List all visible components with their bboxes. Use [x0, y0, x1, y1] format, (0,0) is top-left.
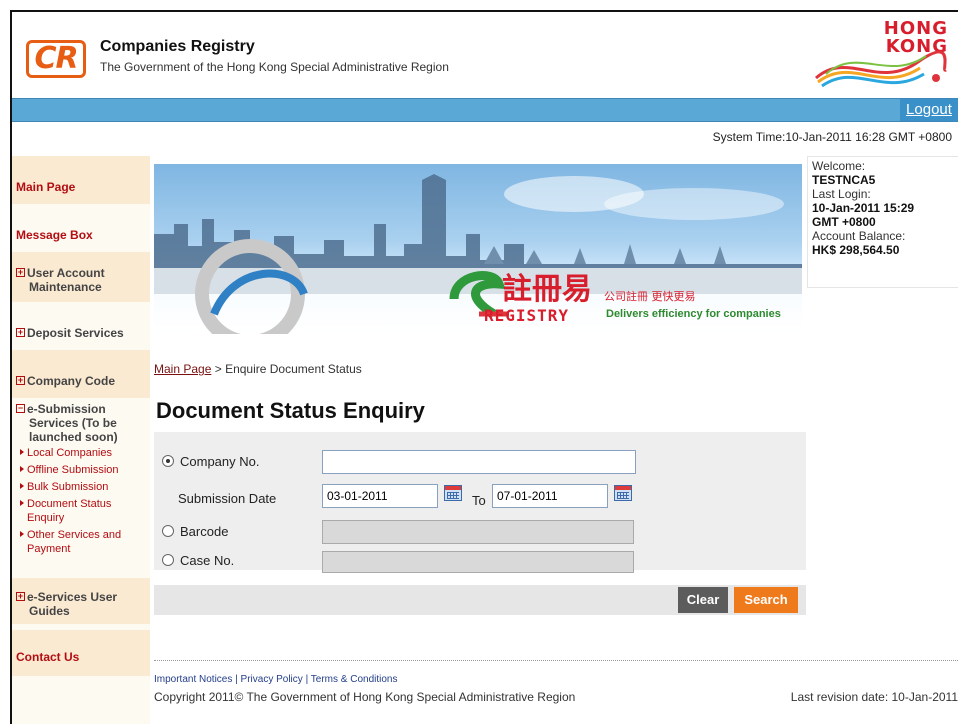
breadcrumb-current: Enquire Document Status: [225, 362, 362, 376]
submenu-item-bulk-submission[interactable]: Bulk Submission: [20, 480, 121, 494]
banner-chinese-title: 註冊易: [502, 272, 592, 307]
sidebar-item-user-account[interactable]: + User Account Maintenance: [12, 252, 150, 302]
date-from-input[interactable]: [322, 484, 438, 508]
system-time: System Time:10-Jan-2011 16:28 GMT +0800: [712, 130, 952, 144]
expand-plus-icon: +: [16, 375, 25, 385]
banner-tagline-english: Delivers efficiency for companies: [606, 308, 781, 320]
last-revision-date: Last revision date: 10-Jan-2011: [790, 690, 958, 704]
sidebar-item-message-box[interactable]: Message Box: [12, 204, 150, 252]
sidebar-item-label: Message Box: [16, 228, 93, 242]
calendar-icon[interactable]: [614, 485, 632, 501]
breadcrumb-home-link[interactable]: Main Page: [154, 362, 211, 376]
copyright-text: Copyright 2011© The Government of Hong K…: [154, 690, 576, 704]
sidebar-item-label: Main Page: [16, 180, 76, 194]
account-balance-label: Account Balance:: [812, 229, 906, 243]
collapse-minus-icon: −: [16, 403, 25, 413]
sidebar-item-label: e-Submission: [27, 402, 106, 416]
sidebar-item-label: launched soon): [29, 430, 118, 444]
barcode-radio[interactable]: [162, 525, 174, 537]
page-title: Document Status Enquiry: [156, 398, 425, 423]
company-no-input[interactable]: [322, 450, 636, 474]
sidebar-item-deposit-services[interactable]: + Deposit Services: [12, 302, 150, 350]
welcome-panel: Welcome: TESTNCA5 Last Login: 10-Jan-201…: [807, 156, 958, 288]
bullet-arrow-icon: [20, 483, 24, 489]
barcode-row: Barcode: [154, 518, 806, 546]
sidebar-item-label: Contact Us: [16, 650, 80, 664]
sidebar-item-esubmission[interactable]: − e-Submission Services (To be launched s…: [12, 402, 150, 446]
logout-link[interactable]: Logout: [900, 99, 958, 121]
expand-plus-icon: +: [16, 591, 25, 601]
top-nav-bar: Logout: [12, 98, 958, 122]
clear-button[interactable]: Clear: [678, 587, 728, 613]
company-no-row: Company No.: [154, 448, 806, 476]
dragon-swoosh-icon: [815, 50, 947, 88]
sidebar-nav: Main Page Message Box + User Account Main…: [12, 156, 150, 724]
banner-tagline-chinese: 公司註冊 更快更易: [604, 290, 696, 303]
last-login-date: 10-Jan-2011 15:29: [812, 201, 915, 215]
sidebar-item-label: User Account: [27, 266, 105, 280]
sidebar-item-company-code[interactable]: + Company Code: [12, 350, 150, 398]
welcome-username: TESTNCA5: [812, 173, 876, 187]
bullet-arrow-icon: [20, 466, 24, 472]
enquiry-form: Company No. Submission Date To Barcode C…: [154, 432, 806, 570]
terms-conditions-link[interactable]: Terms & Conditions: [311, 674, 398, 685]
brand-hong-kong-logo: HONG KONG: [808, 20, 948, 92]
page-frame: CR Companies Registry The Government of …: [10, 10, 958, 724]
sidebar-item-label: Deposit Services: [27, 326, 124, 340]
submenu-item-local-companies[interactable]: Local Companies: [20, 446, 121, 460]
sidebar-item-contact-us[interactable]: Contact Us: [12, 630, 150, 676]
sidebar-item-user-guides[interactable]: + e-Services User Guides: [12, 578, 150, 624]
banner-registry-text: REGISTRY: [484, 306, 570, 325]
important-notices-link[interactable]: Important Notices: [154, 674, 232, 685]
sidebar-item-label: e-Services User: [27, 590, 118, 604]
barcode-input[interactable]: [322, 520, 634, 544]
cr-logo[interactable]: CR: [26, 40, 86, 78]
calendar-icon[interactable]: [444, 485, 462, 501]
breadcrumb-separator: >: [211, 362, 226, 376]
form-action-bar: Clear Search: [154, 585, 806, 615]
company-no-label: Company No.: [180, 454, 260, 469]
bullet-arrow-icon: [20, 449, 24, 455]
date-to-input[interactable]: [492, 484, 608, 508]
site-title: Companies Registry: [100, 38, 255, 55]
last-login-timezone: GMT +0800: [812, 215, 876, 229]
sidebar-item-label: Guides: [29, 604, 70, 618]
esubmission-submenu: Local Companies Offline Submission Bulk …: [20, 446, 121, 559]
case-no-radio[interactable]: [162, 554, 174, 566]
privacy-policy-link[interactable]: Privacy Policy: [241, 674, 303, 685]
submenu-item-document-status[interactable]: Document Status Enquiry: [20, 497, 121, 525]
sidebar-item-label: Maintenance: [29, 280, 102, 294]
barcode-label: Barcode: [180, 524, 229, 539]
footer-divider: [154, 660, 958, 661]
breadcrumb: Main Page > Enquire Document Status: [154, 362, 362, 376]
welcome-label: Welcome:: [812, 159, 866, 173]
expand-plus-icon: +: [16, 267, 25, 277]
sidebar-item-main-page[interactable]: Main Page: [12, 156, 150, 204]
last-login-label: Last Login:: [812, 187, 871, 201]
bullet-arrow-icon: [20, 531, 24, 537]
submenu-item-offline-submission[interactable]: Offline Submission: [20, 463, 121, 477]
footer-links: Important Notices | Privacy Policy | Ter…: [154, 674, 397, 685]
account-balance-value: HK$ 298,564.50: [812, 243, 900, 257]
company-no-radio[interactable]: [162, 455, 174, 467]
search-button[interactable]: Search: [734, 587, 798, 613]
case-no-label: Case No.: [180, 553, 235, 568]
sidebar-item-label: Services (To be: [29, 416, 117, 430]
eregistry-banner: 註冊易 REGISTRY 公司註冊 更快更易 Delivers efficien…: [154, 164, 802, 334]
date-to-label: To: [472, 493, 486, 508]
case-no-input[interactable]: [322, 551, 634, 573]
expand-plus-icon: +: [16, 327, 25, 337]
submission-date-label: Submission Date: [178, 491, 277, 506]
sidebar-item-label: Company Code: [27, 374, 116, 388]
submission-date-row: Submission Date To: [154, 482, 806, 510]
submenu-item-other-services[interactable]: Other Services and Payment: [20, 528, 121, 556]
site-header: CR Companies Registry The Government of …: [12, 12, 958, 98]
bullet-arrow-icon: [20, 500, 24, 506]
site-subtitle: The Government of the Hong Kong Special …: [100, 60, 449, 74]
